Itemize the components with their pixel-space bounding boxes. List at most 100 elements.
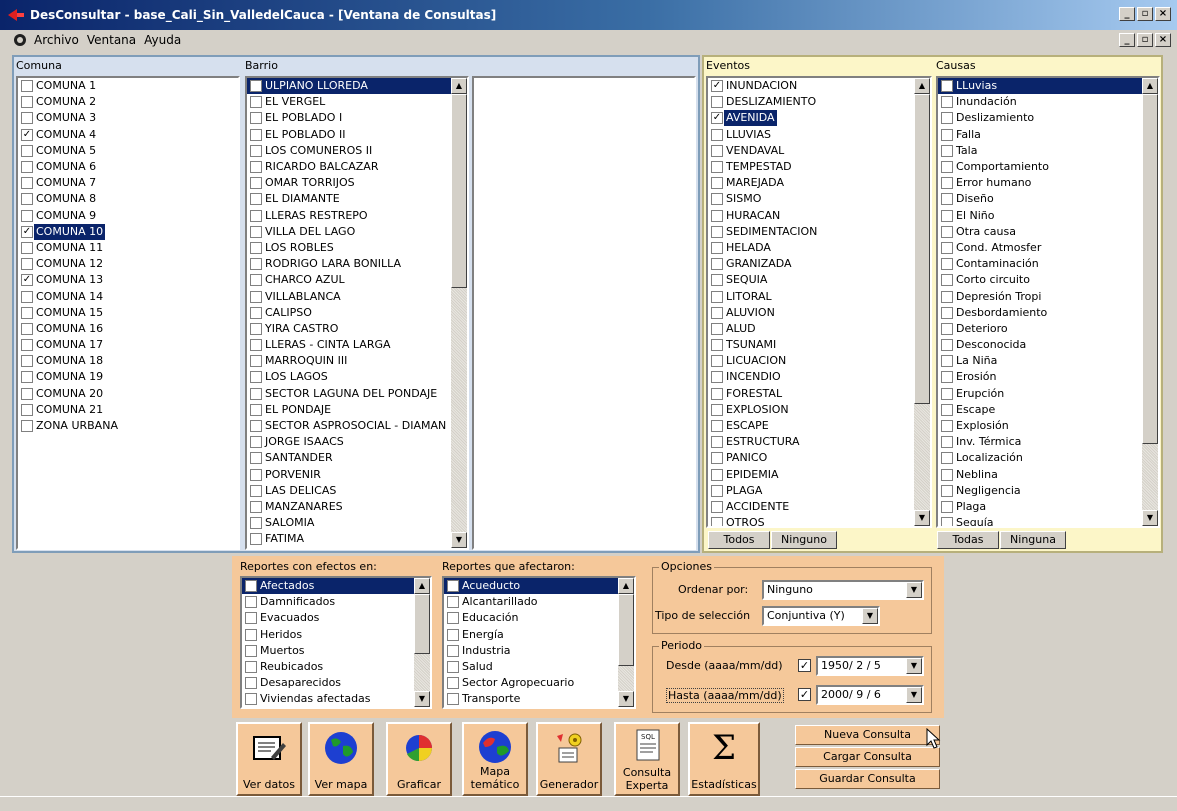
checkbox[interactable] — [711, 306, 723, 319]
list-item[interactable]: LICUACION — [708, 353, 930, 369]
chevron-down-icon[interactable]: ▼ — [906, 687, 922, 703]
list-item[interactable]: LITORAL — [708, 288, 930, 304]
nueva-consulta-button[interactable]: Nueva Consulta — [795, 725, 940, 745]
restore-button[interactable]: ▫ — [1137, 7, 1153, 21]
barrio-scrollbar[interactable]: ▲ ▼ — [451, 78, 467, 548]
checkbox-checked[interactable]: ✓ — [711, 112, 723, 125]
list-item[interactable]: LOS LAGOS — [247, 369, 467, 385]
list-item[interactable]: ✓ COMUNA 4 — [18, 127, 238, 143]
list-item[interactable]: ACCIDENTE — [708, 499, 930, 515]
list-item[interactable]: Corto circuito — [938, 272, 1158, 288]
checkbox[interactable] — [711, 290, 723, 303]
checkbox[interactable] — [711, 144, 723, 157]
checkbox[interactable] — [711, 484, 723, 497]
checkbox[interactable] — [711, 274, 723, 287]
list-item[interactable]: CALIPSO — [247, 305, 467, 321]
list-item[interactable]: Desbordamiento — [938, 305, 1158, 321]
checkbox[interactable] — [711, 436, 723, 449]
checkbox[interactable] — [941, 112, 953, 125]
list-item[interactable]: HURACAN — [708, 208, 930, 224]
comuna-list[interactable]: COMUNA 1 COMUNA 2 COMUNA 3 ✓ COMUNA 4 COMUNA … — [16, 76, 240, 550]
graficar-button[interactable]: Graficar — [386, 722, 452, 796]
checkbox[interactable] — [711, 452, 723, 465]
desde-checkbox[interactable]: ✓ — [798, 659, 811, 672]
consulta-experta-button[interactable]: SQL Consulta Experta — [614, 722, 680, 796]
checkbox[interactable] — [250, 339, 262, 352]
checkbox[interactable] — [21, 80, 33, 93]
checkbox[interactable] — [21, 371, 33, 384]
checkbox[interactable] — [21, 209, 33, 222]
list-item[interactable]: Evacuados — [242, 610, 430, 626]
checkbox[interactable] — [250, 500, 262, 513]
list-item[interactable]: Damnificados — [242, 594, 430, 610]
list-item[interactable]: COMUNA 11 — [18, 240, 238, 256]
list-item[interactable]: ZONA URBANA — [18, 418, 238, 434]
checkbox[interactable] — [941, 290, 953, 303]
checkbox[interactable] — [941, 241, 953, 254]
list-item[interactable]: COMUNA 20 — [18, 386, 238, 402]
checkbox[interactable] — [245, 693, 257, 706]
list-item[interactable]: GRANIZADA — [708, 256, 930, 272]
list-item[interactable]: VILLABLANCA — [247, 288, 467, 304]
checkbox[interactable] — [941, 209, 953, 222]
list-item[interactable]: LLERAS - CINTA LARGA — [247, 337, 467, 353]
checkbox[interactable] — [711, 193, 723, 206]
checkbox[interactable] — [250, 80, 262, 93]
close-button[interactable]: × — [1155, 7, 1171, 21]
list-item[interactable]: SECTOR LAGUNA DEL PONDAJE — [247, 386, 467, 402]
list-item[interactable]: LLuvias — [938, 78, 1142, 95]
checkbox[interactable] — [250, 290, 262, 303]
list-item[interactable]: ✓ COMUNA 10 — [18, 223, 238, 240]
list-item[interactable]: COMUNA 7 — [18, 175, 238, 191]
list-item[interactable]: Inv. Térmica — [938, 434, 1158, 450]
hasta-date-picker[interactable]: 2000/ 9 / 6 ▼ — [816, 685, 924, 705]
list-item[interactable]: Viviendas afectadas — [242, 691, 430, 707]
list-item[interactable]: COMUNA 15 — [18, 305, 238, 321]
list-item[interactable]: Deslizamiento — [938, 110, 1158, 126]
checkbox[interactable] — [245, 612, 257, 625]
child-minimize-button[interactable]: _ — [1119, 33, 1135, 47]
list-item[interactable]: COMUNA 14 — [18, 288, 238, 304]
checkbox[interactable] — [250, 371, 262, 384]
checkbox[interactable] — [711, 161, 723, 174]
afectaron-scrollbar[interactable]: ▲ ▼ — [618, 578, 634, 707]
document-icon[interactable] — [12, 32, 28, 48]
list-item[interactable]: Deterioro — [938, 321, 1158, 337]
list-item[interactable]: COMUNA 3 — [18, 110, 238, 126]
checkbox[interactable] — [250, 225, 262, 238]
checkbox[interactable] — [250, 144, 262, 157]
list-item[interactable]: OTROS — [708, 515, 930, 526]
list-item[interactable]: FORESTAL — [708, 386, 930, 402]
list-item[interactable]: ✓ AVENIDA — [708, 110, 930, 127]
checkbox[interactable] — [941, 258, 953, 271]
list-item[interactable]: Otra causa — [938, 224, 1158, 240]
checkbox[interactable] — [245, 661, 257, 674]
barrio-list[interactable]: ULPIANO LLOREDA EL VERGEL EL POBLADO I EL P… — [245, 76, 469, 550]
mapa-tematico-button[interactable]: Mapa temático — [462, 722, 528, 796]
list-item[interactable]: Muertos — [242, 643, 430, 659]
list-item[interactable]: Plaga — [938, 499, 1158, 515]
list-item[interactable]: Heridos — [242, 627, 430, 643]
list-item[interactable]: EL VERGEL — [247, 94, 467, 110]
list-item[interactable]: COMUNA 8 — [18, 191, 238, 207]
checkbox[interactable] — [21, 258, 33, 271]
list-item[interactable]: EL POBLADO II — [247, 127, 467, 143]
list-item[interactable]: Desaparecidos — [242, 675, 430, 691]
list-item[interactable]: COMUNA 5 — [18, 143, 238, 159]
checkbox[interactable] — [941, 225, 953, 238]
tipo-select[interactable]: Conjuntiva (Y) ▼ — [762, 606, 880, 626]
list-item[interactable]: ULPIANO LLOREDA — [247, 78, 451, 95]
list-item[interactable]: COMUNA 2 — [18, 94, 238, 110]
causas-ninguna-button[interactable]: Ninguna — [1000, 531, 1066, 549]
scroll-thumb[interactable] — [451, 94, 467, 288]
checkbox[interactable] — [21, 322, 33, 335]
list-item[interactable]: Salud — [444, 659, 634, 675]
list-item[interactable]: Desconocida — [938, 337, 1158, 353]
list-item[interactable]: SISMO — [708, 191, 930, 207]
selection-list[interactable] — [472, 76, 696, 550]
scroll-up-button[interactable]: ▲ — [451, 78, 467, 94]
scroll-down-button[interactable]: ▼ — [414, 691, 430, 707]
list-item[interactable]: Tala — [938, 143, 1158, 159]
checkbox[interactable] — [941, 128, 953, 141]
list-item[interactable]: VILLA DEL LAGO — [247, 224, 467, 240]
